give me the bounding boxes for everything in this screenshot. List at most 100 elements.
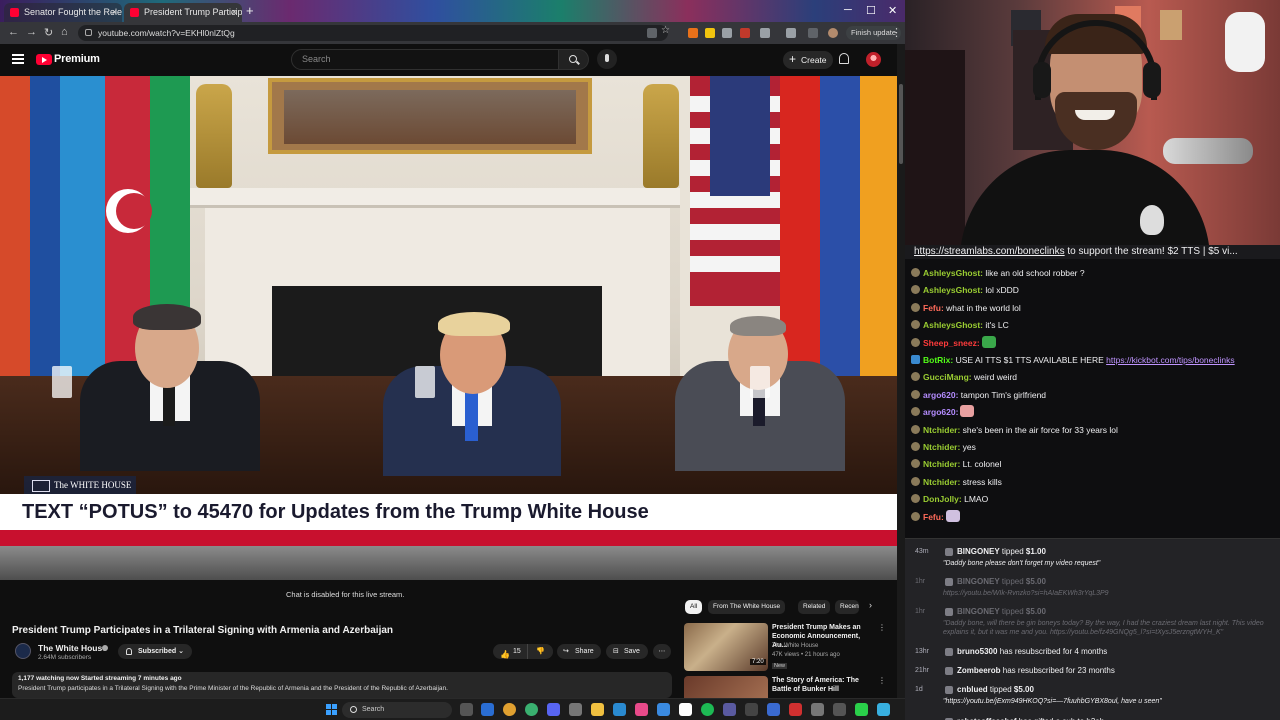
share-button[interactable]: ↪ Share [557, 644, 601, 659]
chip-recently[interactable]: Recently [835, 600, 859, 614]
new-tab-button[interactable]: + [246, 3, 254, 18]
chat-username[interactable]: Fefu: [923, 303, 944, 313]
chip-all[interactable]: All [685, 600, 703, 614]
app-icon[interactable] [855, 703, 868, 716]
channel-avatar[interactable] [15, 643, 31, 659]
task-view-icon[interactable] [460, 703, 473, 716]
chat-message: Sheep_sneez: [911, 335, 996, 351]
chat-username[interactable]: GucciMang: [923, 372, 972, 382]
recommendation-thumbnail[interactable] [684, 676, 768, 698]
app-icon[interactable] [679, 703, 692, 716]
video-player[interactable]: The WHITE HOUSE TEXT “POTUS” to 45470 fo… [0, 76, 897, 580]
extension-icon[interactable] [740, 28, 750, 38]
maximize-icon[interactable]: ☐ [866, 4, 876, 17]
subscribed-button[interactable]: Subscribed ⌄ [118, 644, 192, 659]
chip-from-white-house[interactable]: From The White House [708, 600, 786, 614]
site-info-icon[interactable] [85, 29, 92, 36]
more-icon[interactable]: ⋮ [878, 623, 886, 632]
account-avatar[interactable] [866, 52, 881, 67]
app-icon[interactable] [745, 703, 758, 716]
event-text: bruno5300 has resubscribed for 4 months [957, 647, 1108, 656]
app-icon[interactable] [569, 703, 582, 716]
recommendation-item[interactable]: The Story of America: The Battle of Bunk… [684, 676, 896, 698]
spotify-icon[interactable] [701, 703, 714, 716]
premium-label: Premium [54, 53, 100, 65]
minimize-icon[interactable]: ─ [844, 4, 852, 16]
browser-menu-icon[interactable]: ⋮ [891, 26, 902, 39]
search-button[interactable] [559, 49, 589, 70]
edge-icon[interactable] [481, 703, 494, 716]
chat-username[interactable]: AshleysGhost: [923, 285, 983, 295]
recommendation-title[interactable]: The Story of America: The Battle of Bunk… [772, 676, 876, 694]
file-explorer-icon[interactable] [591, 703, 604, 716]
dislike-button[interactable]: 👎 [527, 644, 553, 659]
tab-senator[interactable]: Senator Fought the Release of × [4, 3, 122, 22]
hamburger-menu-icon[interactable] [12, 54, 24, 64]
emote-icon [960, 405, 975, 418]
chat-username[interactable]: Fefu: [923, 512, 944, 522]
extension-icon[interactable] [705, 28, 715, 38]
extension-icon[interactable] [688, 28, 698, 38]
chat-username[interactable]: Sheep_sneez: [923, 338, 980, 348]
notifications-bell-icon[interactable] [839, 53, 849, 64]
chat-username[interactable]: Ntchider: [923, 442, 960, 452]
extension-icon[interactable] [722, 28, 732, 38]
app-icon[interactable] [525, 703, 538, 716]
app-icon[interactable] [767, 703, 780, 716]
chat-username[interactable]: BotRix: [923, 355, 953, 365]
chat-username[interactable]: Ntchider: [923, 477, 960, 487]
home-icon[interactable]: ⌂ [61, 26, 68, 38]
chat-username[interactable]: Ntchider: [923, 459, 960, 469]
chevron-right-icon[interactable]: › [869, 600, 872, 610]
scrollbar-thumb[interactable] [899, 84, 903, 164]
bookmark-star-icon[interactable]: ☆ [661, 25, 671, 36]
description-box[interactable]: 1,177 watching now Started streaming 7 m… [12, 672, 672, 698]
taskbar-search[interactable]: Search [342, 702, 452, 718]
page-scrollbar[interactable] [897, 44, 905, 698]
chat-username[interactable]: argo620: [923, 407, 958, 417]
create-button[interactable]: Create [783, 50, 833, 69]
install-icon[interactable] [647, 28, 657, 38]
tab-trump-video[interactable]: President Trump Participat × [124, 3, 242, 22]
app-icon[interactable] [877, 703, 890, 716]
discord-icon[interactable] [547, 703, 560, 716]
youtube-favicon-icon [130, 8, 139, 17]
chat-username[interactable]: DonJolly: [923, 494, 962, 504]
save-button[interactable]: ⊟ Save [606, 644, 648, 659]
more-icon[interactable]: ⋮ [878, 676, 886, 685]
recommendation-item[interactable]: 7:20 President Trump Makes an Economic A… [684, 623, 896, 671]
extensions-puzzle-icon[interactable] [760, 28, 770, 38]
app-icon[interactable] [811, 703, 824, 716]
channel-name[interactable]: The White House [38, 643, 107, 653]
windows-start-icon[interactable] [326, 704, 337, 715]
app-icon[interactable] [833, 703, 846, 716]
chat-link[interactable]: https://kickbot.com/tips/boneclinks [1106, 355, 1235, 365]
forward-icon[interactable]: → [26, 26, 37, 38]
reload-icon[interactable]: ↻ [44, 26, 53, 39]
back-icon[interactable]: ← [8, 26, 19, 38]
close-tab-icon[interactable]: × [232, 3, 237, 22]
chat-username[interactable]: AshleysGhost: [923, 320, 983, 330]
voice-search-icon[interactable] [597, 49, 617, 69]
app-icon[interactable] [657, 703, 670, 716]
app-icon[interactable] [789, 703, 802, 716]
chat-username[interactable]: argo620: [923, 390, 958, 400]
app-icon[interactable] [723, 703, 736, 716]
url-bar[interactable]: youtube.com/watch?v=EKHl0nlZtQg [78, 25, 668, 41]
close-window-icon[interactable]: ✕ [888, 4, 897, 17]
downloads-icon[interactable] [808, 28, 818, 38]
chat-username[interactable]: Ntchider: [923, 425, 960, 435]
profile-avatar[interactable] [828, 28, 838, 38]
sidebar-icon[interactable] [786, 28, 796, 38]
user-badge-icon [911, 511, 920, 521]
event-text: Zombeerob has resubscribed for 23 months [957, 666, 1115, 675]
chrome-icon[interactable] [503, 703, 516, 716]
app-icon[interactable] [635, 703, 648, 716]
search-input[interactable]: Search [291, 49, 559, 70]
pinned-link[interactable]: https://streamlabs.com/boneclinks [914, 246, 1065, 257]
chat-username[interactable]: AshleysGhost: [923, 268, 983, 278]
more-actions-button[interactable]: ⋯ [653, 644, 671, 659]
chip-related[interactable]: Related [798, 600, 831, 614]
app-icon[interactable] [613, 703, 626, 716]
close-tab-icon[interactable]: × [112, 3, 117, 22]
